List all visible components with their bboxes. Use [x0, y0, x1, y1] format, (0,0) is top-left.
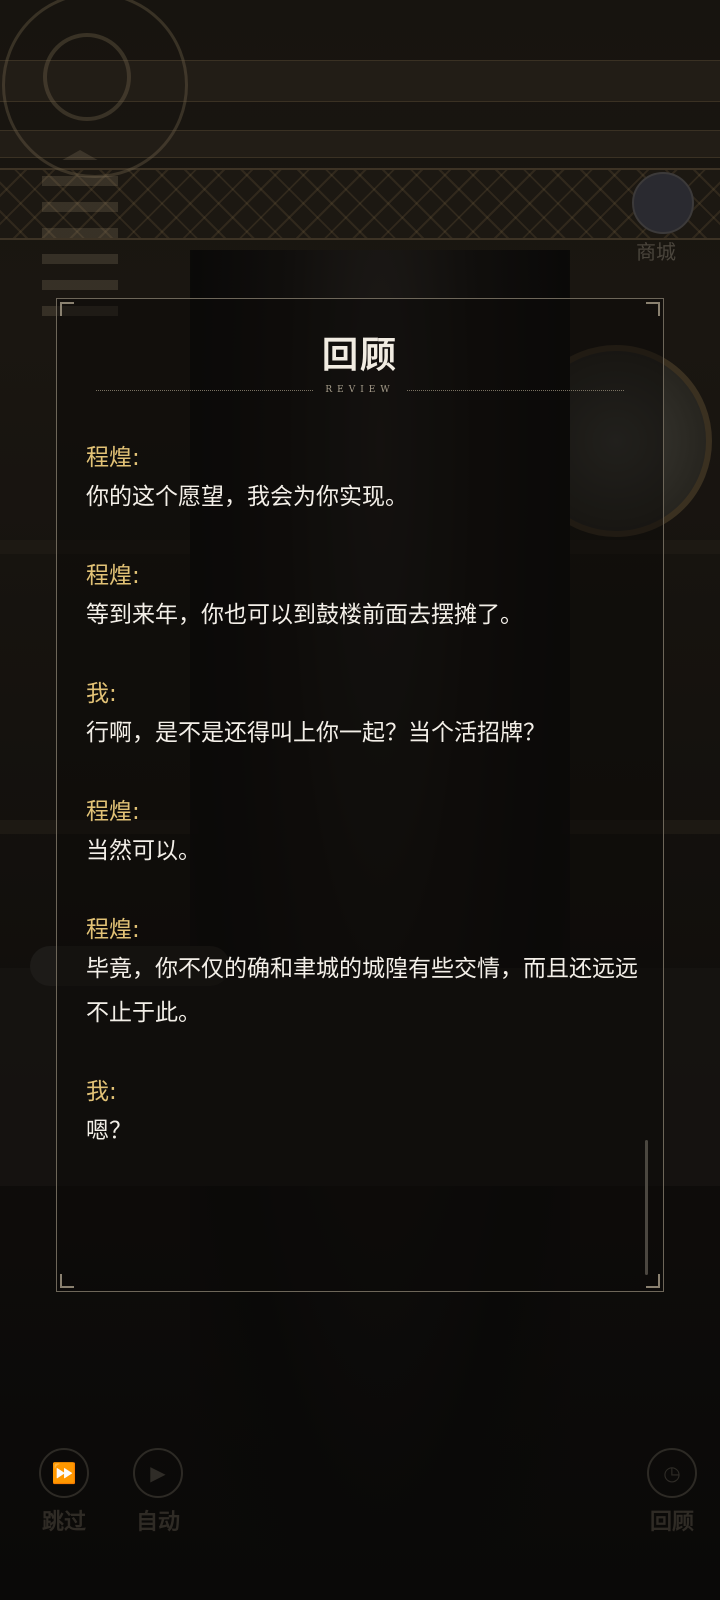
- corner-ornament: [60, 1274, 74, 1288]
- log-entry: 程煌: 你的这个愿望，我会为你实现。: [86, 443, 666, 519]
- review-label: 回顾: [649, 1510, 694, 1535]
- speaker-name: 程煌:: [86, 445, 140, 471]
- play-icon: ▶: [133, 1448, 183, 1498]
- dialogue-text: 等到来年，你也可以到鼓楼前面去摆摊了。: [86, 602, 523, 628]
- auto-label: 自动: [135, 1510, 180, 1535]
- speaker-name: 程煌:: [86, 563, 140, 589]
- review-title: 回顾: [321, 334, 398, 376]
- dialogue-text: 行啊，是不是还得叫上你一起？当个活招牌？: [86, 720, 546, 746]
- dialogue-text: 毕竟，你不仅的确和聿城的城隍有些交情，而且还远远不止于此。: [86, 956, 638, 1026]
- log-entry: 我: 嗯？: [86, 1077, 666, 1153]
- log-entry: 程煌: 当然可以。: [86, 797, 666, 873]
- log-entry: 我: 行啊，是不是还得叫上你一起？当个活招牌？: [86, 679, 666, 755]
- review-button[interactable]: ◷ 回顾: [632, 1448, 712, 1536]
- speaker-name: 程煌:: [86, 917, 140, 943]
- speaker-name: 我:: [86, 681, 117, 707]
- speaker-name: 我:: [86, 1079, 117, 1105]
- corner-ornament: [646, 302, 660, 316]
- dialogue-text: 你的这个愿望，我会为你实现。: [86, 484, 408, 510]
- divider: [406, 389, 625, 391]
- review-scrollbar[interactable]: [645, 1140, 648, 1275]
- shop-label[interactable]: 商城: [636, 236, 676, 265]
- emblem-decoration: [2, 0, 188, 178]
- log-entry: 程煌: 毕竟，你不仅的确和聿城的城隍有些交情，而且还远远不止于此。: [86, 915, 666, 1035]
- skip-label: 跳过: [41, 1510, 86, 1535]
- review-log[interactable]: 程煌: 你的这个愿望，我会为你实现。 程煌: 等到来年，你也可以到鼓楼前面去摆摊…: [86, 443, 666, 1195]
- review-subtitle-row: REVIEW: [96, 384, 625, 396]
- log-entry: 程煌: 等到来年，你也可以到鼓楼前面去摆摊了。: [86, 561, 666, 637]
- corner-ornament: [646, 1274, 660, 1288]
- clock-icon: ◷: [647, 1448, 697, 1498]
- dialogue-text: 嗯？: [86, 1118, 132, 1144]
- skip-button[interactable]: ⏩ 跳过: [24, 1448, 104, 1536]
- fast-forward-icon: ⏩: [39, 1448, 89, 1498]
- shop-icon[interactable]: [632, 172, 694, 234]
- review-subtitle: REVIEW: [325, 385, 395, 395]
- divider: [96, 389, 314, 391]
- speaker-name: 程煌:: [86, 799, 140, 825]
- corner-ornament: [60, 302, 74, 316]
- auto-button[interactable]: ▶ 自动: [118, 1448, 198, 1536]
- dialogue-text: 当然可以。: [86, 838, 201, 864]
